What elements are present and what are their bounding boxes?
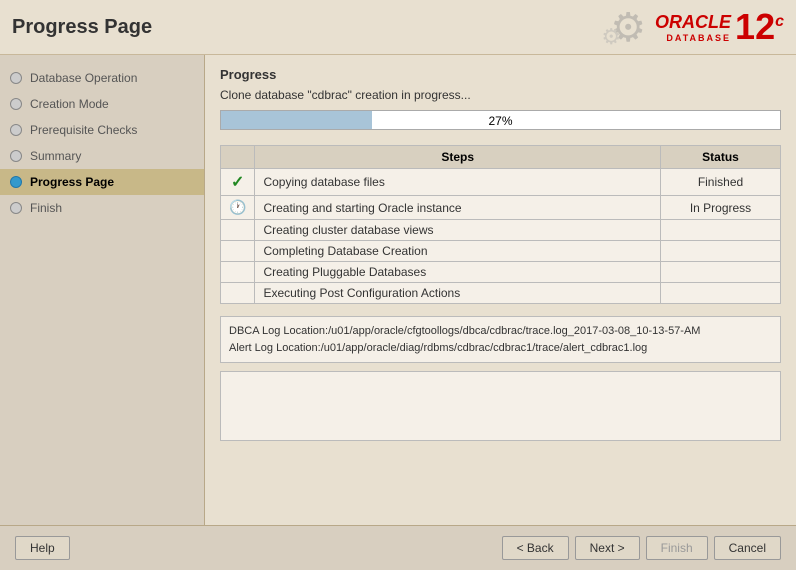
step-icon-complete-db-creation	[221, 241, 255, 262]
gear-small-icon: ⚙	[601, 24, 621, 50]
sidebar: Database Operation Creation Mode Prerequis…	[0, 55, 205, 525]
gear-icon-container: ⚙ ⚙	[571, 5, 651, 50]
sidebar-label-progress-page: Progress Page	[30, 175, 114, 189]
progress-bar-container: 27%	[220, 110, 781, 130]
progress-bar-text: 27%	[221, 111, 780, 131]
footer-right: < Back Next > Finish Cancel	[502, 536, 781, 560]
oracle-version-text: 12c	[735, 9, 784, 45]
table-row: 🕐 Creating and starting Oracle instanceIn…	[221, 196, 781, 220]
footer-left: Help	[15, 536, 70, 560]
step-status-create-cluster-views	[661, 220, 781, 241]
log-line-2: Alert Log Location:/u01/app/oracle/diag/…	[229, 340, 772, 357]
sidebar-item-database-operation[interactable]: Database Operation	[0, 65, 204, 91]
log-line-1: DBCA Log Location:/u01/app/oracle/cfgtoo…	[229, 323, 772, 340]
sidebar-dot-progress-page	[10, 176, 22, 188]
step-icon-post-config	[221, 283, 255, 304]
sidebar-dot-finish	[10, 202, 22, 214]
steps-table: Steps Status ✓ Copying database filesFini…	[220, 145, 781, 304]
sidebar-dot-summary	[10, 150, 22, 162]
step-status-create-oracle-instance: In Progress	[661, 196, 781, 220]
cancel-button[interactable]: Cancel	[714, 536, 781, 560]
step-icon-create-cluster-views	[221, 220, 255, 241]
main-layout: Database Operation Creation Mode Prerequis…	[0, 55, 796, 525]
sidebar-item-prerequisite-checks[interactable]: Prerequisite Checks	[0, 117, 204, 143]
progress-message: Clone database "cdbrac" creation in prog…	[220, 88, 781, 102]
table-row: Creating cluster database views	[221, 220, 781, 241]
next-button[interactable]: Next >	[575, 536, 640, 560]
step-label-copy-db-files: Copying database files	[255, 169, 661, 196]
step-label-create-cluster-views: Creating cluster database views	[255, 220, 661, 241]
help-button[interactable]: Help	[15, 536, 70, 560]
header: Progress Page ⚙ ⚙ ORACLE DATABASE 12c	[0, 0, 796, 55]
step-icon-create-pluggable	[221, 262, 255, 283]
step-label-create-pluggable: Creating Pluggable Databases	[255, 262, 661, 283]
sidebar-label-creation-mode: Creation Mode	[30, 97, 109, 111]
sidebar-item-progress-page[interactable]: Progress Page	[0, 169, 204, 195]
step-status-copy-db-files: Finished	[661, 169, 781, 196]
table-row: Creating Pluggable Databases	[221, 262, 781, 283]
page-title: Progress Page	[12, 16, 152, 39]
sidebar-item-creation-mode[interactable]: Creation Mode	[0, 91, 204, 117]
table-row: Completing Database Creation	[221, 241, 781, 262]
sidebar-item-summary[interactable]: Summary	[0, 143, 204, 169]
footer: Help < Back Next > Finish Cancel	[0, 525, 796, 570]
sidebar-dot-database-operation	[10, 72, 22, 84]
detail-area	[220, 371, 781, 441]
back-button[interactable]: < Back	[502, 536, 569, 560]
steps-icon-col-header	[221, 146, 255, 169]
oracle-logo-text: ORACLE DATABASE	[655, 12, 731, 43]
checkmark-icon: ✓	[231, 174, 244, 191]
clock-icon: 🕐	[229, 199, 246, 215]
step-icon-create-oracle-instance: 🕐	[221, 196, 255, 220]
sidebar-dot-creation-mode	[10, 98, 22, 110]
progress-section-title: Progress	[220, 67, 781, 82]
sidebar-item-finish[interactable]: Finish	[0, 195, 204, 221]
sidebar-dot-prerequisite-checks	[10, 124, 22, 136]
step-status-post-config	[661, 283, 781, 304]
oracle-db-label: DATABASE	[666, 33, 731, 43]
step-icon-copy-db-files: ✓	[221, 169, 255, 196]
content-area: Progress Clone database "cdbrac" creatio…	[205, 55, 796, 525]
oracle-brand-text: ORACLE	[655, 12, 731, 33]
oracle-logo: ⚙ ⚙ ORACLE DATABASE 12c	[571, 5, 784, 50]
sidebar-label-database-operation: Database Operation	[30, 71, 137, 85]
sidebar-label-summary: Summary	[30, 149, 81, 163]
sidebar-label-prerequisite-checks: Prerequisite Checks	[30, 123, 137, 137]
table-row: Executing Post Configuration Actions	[221, 283, 781, 304]
step-label-complete-db-creation: Completing Database Creation	[255, 241, 661, 262]
steps-col-header: Steps	[255, 146, 661, 169]
step-label-create-oracle-instance: Creating and starting Oracle instance	[255, 196, 661, 220]
step-status-complete-db-creation	[661, 241, 781, 262]
step-label-post-config: Executing Post Configuration Actions	[255, 283, 661, 304]
sidebar-label-finish: Finish	[30, 201, 62, 215]
log-area: DBCA Log Location:/u01/app/oracle/cfgtoo…	[220, 316, 781, 363]
status-col-header: Status	[661, 146, 781, 169]
finish-button[interactable]: Finish	[646, 536, 708, 560]
step-status-create-pluggable	[661, 262, 781, 283]
table-row: ✓ Copying database filesFinished	[221, 169, 781, 196]
